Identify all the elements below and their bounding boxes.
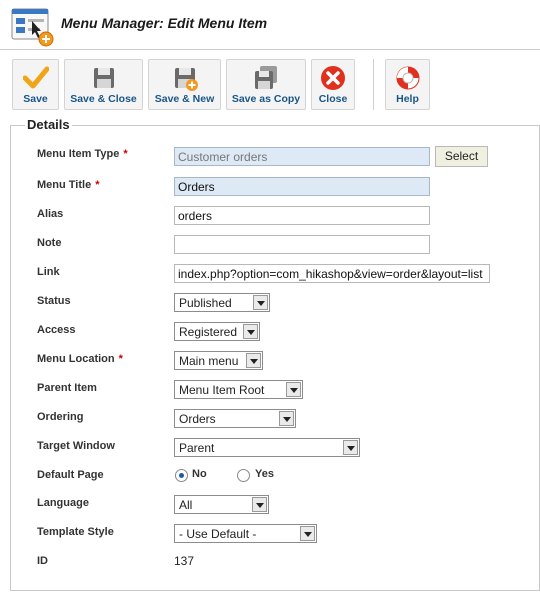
parent-item-row: Parent Item Menu Item Root (37, 380, 537, 402)
save-close-button[interactable]: Save & Close (64, 59, 143, 110)
alias-label: Alias (37, 208, 64, 220)
floppy-disk-plus-icon (174, 68, 198, 91)
save-new-button[interactable]: Save & New (148, 59, 221, 110)
required-marker: * (95, 179, 100, 191)
default-page-label: Default Page (37, 469, 104, 481)
target-window-value: Parent (179, 441, 215, 455)
parent-item-label: Parent Item (37, 382, 97, 394)
chevron-down-icon (243, 324, 258, 339)
close-button[interactable]: Close (311, 59, 355, 110)
default-page-no-label: No (192, 468, 207, 480)
floppy-disk-icon (93, 68, 114, 88)
menu-location-select[interactable]: Main menu (174, 351, 263, 370)
close-circle-icon (321, 66, 345, 90)
link-input[interactable]: index.php?option=com_hikashop&view=order… (174, 264, 490, 283)
id-label: ID (37, 555, 48, 567)
menu-title-input[interactable]: Orders (174, 177, 430, 196)
save-button[interactable]: Save (12, 59, 59, 110)
menu-title-label: Menu Title * (37, 179, 100, 191)
template-style-label: Template Style (37, 526, 114, 538)
template-style-value: - Use Default - (179, 527, 257, 541)
menu-location-label: Menu Location * (37, 353, 123, 365)
menu-location-row: Menu Location * Main menu (37, 351, 537, 373)
target-window-select[interactable]: Parent (174, 438, 360, 457)
lifebuoy-icon (396, 66, 419, 90)
required-marker: * (123, 148, 128, 160)
target-window-label: Target Window (37, 440, 115, 452)
status-value: Published (179, 296, 232, 310)
select-menu-type-button[interactable]: Select (435, 146, 488, 167)
access-select[interactable]: Registered (174, 322, 260, 341)
access-row: Access Registered (37, 322, 537, 344)
help-button-label: Help (396, 93, 419, 105)
language-label: Language (37, 497, 89, 509)
language-select[interactable]: All (174, 495, 269, 514)
save-as-copy-button-label: Save as Copy (231, 93, 301, 105)
note-input[interactable] (174, 235, 430, 254)
id-row: ID 137 (37, 553, 537, 575)
floppy-disk-copy-icon (255, 66, 277, 89)
save-new-button-label: Save & New (154, 93, 215, 105)
language-value: All (179, 498, 193, 512)
menu-manager-icon (10, 7, 54, 47)
chevron-down-icon (343, 440, 358, 455)
menu-title-row: Menu Title * Orders (37, 177, 537, 199)
page-title: Menu Manager: Edit Menu Item (61, 15, 268, 31)
alias-row: Alias orders (37, 206, 537, 228)
id-value: 137 (174, 554, 195, 568)
chevron-down-icon (252, 497, 267, 512)
default-page-yes-label: Yes (255, 468, 274, 480)
menu-item-type-field[interactable]: Customer orders (174, 147, 430, 166)
header-divider (0, 49, 540, 50)
save-button-label: Save (23, 93, 48, 105)
chevron-down-icon (279, 411, 294, 426)
default-page-no-radio[interactable] (175, 469, 188, 482)
link-row: Link index.php?option=com_hikashop&view=… (37, 264, 537, 286)
save-as-copy-button[interactable]: Save as Copy (226, 59, 306, 110)
close-button-label: Close (318, 93, 348, 105)
default-page-yes-radio[interactable] (237, 469, 250, 482)
template-style-row: Template Style - Use Default - (37, 524, 537, 546)
menu-item-type-row: Menu Item Type * Customer orders Select (37, 146, 537, 168)
parent-item-select[interactable]: Menu Item Root (174, 380, 303, 399)
note-label: Note (37, 237, 62, 249)
default-page-row: Default Page No Yes (37, 467, 537, 489)
chevron-down-icon (286, 382, 301, 397)
status-select[interactable]: Published (174, 293, 270, 312)
language-row: Language All (37, 495, 537, 517)
menu-location-value: Main menu (179, 354, 239, 368)
help-button[interactable]: Help (385, 59, 430, 110)
chevron-down-icon (246, 353, 261, 368)
alias-input[interactable]: orders (174, 206, 430, 225)
required-marker: * (118, 353, 123, 365)
ordering-row: Ordering Orders (37, 409, 537, 431)
toolbar: Save Save & Close Save & New Save as Cop… (0, 55, 540, 113)
parent-item-value: Menu Item Root (179, 383, 265, 397)
status-label: Status (37, 295, 71, 307)
template-style-select[interactable]: - Use Default - (174, 524, 317, 543)
ordering-label: Ordering (37, 411, 84, 423)
page-header: Menu Manager: Edit Menu Item (0, 0, 540, 50)
chevron-down-icon (300, 526, 315, 541)
details-legend: Details (25, 117, 72, 132)
target-window-row: Target Window Parent (37, 438, 537, 460)
access-label: Access (37, 324, 76, 336)
ordering-select[interactable]: Orders (174, 409, 296, 428)
save-close-button-label: Save & Close (70, 93, 137, 105)
menu-item-type-label: Menu Item Type * (37, 148, 128, 160)
chevron-down-icon (253, 295, 268, 310)
ordering-value: Orders (179, 412, 216, 426)
note-row: Note (37, 235, 537, 257)
link-label: Link (37, 266, 60, 278)
checkmark-icon (22, 66, 49, 89)
status-row: Status Published (37, 293, 537, 315)
access-value: Registered (179, 325, 238, 339)
toolbar-separator (373, 59, 374, 110)
